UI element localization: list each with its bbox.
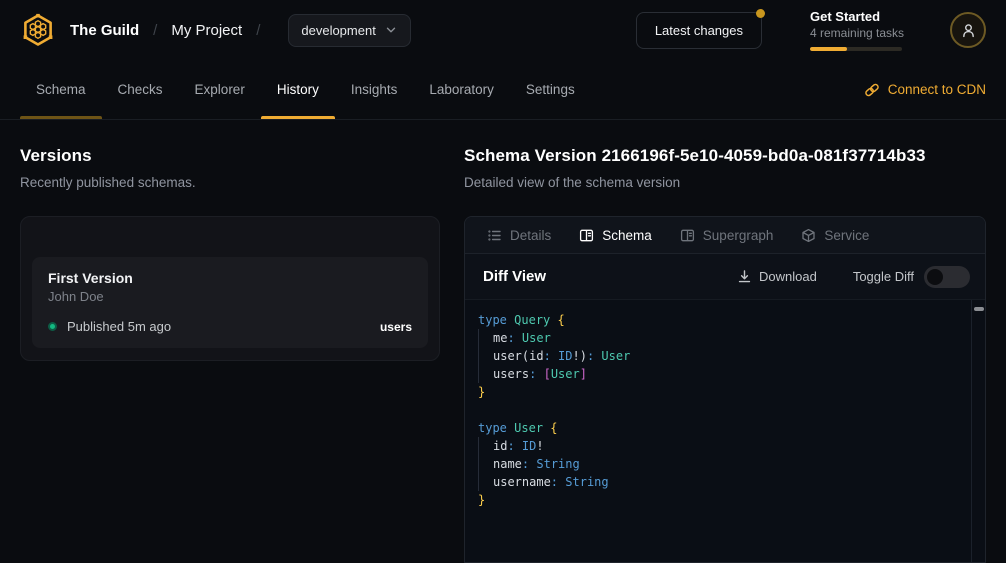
org-name[interactable]: The Guild: [70, 22, 139, 39]
versions-title: Versions: [20, 146, 440, 166]
diff-view-title: Diff View: [483, 268, 546, 285]
code-line: type User {: [478, 419, 961, 437]
connect-to-cdn-link[interactable]: Connect to CDN: [864, 60, 986, 119]
main-content: Versions Recently published schemas. Fir…: [0, 120, 1006, 563]
columns-icon: [680, 228, 695, 243]
code-line: me: User: [478, 329, 961, 347]
chevron-down-icon: [384, 23, 398, 37]
detail-tab-service[interactable]: Service: [787, 217, 883, 253]
schema-version-panel: Schema Version 2166196f-5e10-4059-bd0a-0…: [464, 146, 986, 563]
code-line: username: String: [478, 473, 961, 491]
code-scrollbar: [971, 300, 985, 562]
schema-version-title: Schema Version 2166196f-5e10-4059-bd0a-0…: [464, 146, 986, 166]
progress-fill: [810, 47, 847, 51]
get-started-progress-bar: [810, 47, 902, 51]
detail-tab-schema[interactable]: Schema: [565, 217, 666, 253]
schema-code-area: type Query {me: Useruser(id: ID!): Useru…: [465, 300, 985, 562]
tab-schema[interactable]: Schema: [20, 60, 102, 119]
toggle-diff-switch[interactable]: [924, 266, 970, 288]
download-button[interactable]: Download: [737, 269, 817, 284]
detail-tab-label: Service: [824, 228, 869, 243]
target-selector[interactable]: development: [288, 14, 410, 47]
diff-view-toolbar: Diff View Download Toggle Diff: [465, 254, 985, 300]
versions-subtitle: Recently published schemas.: [20, 175, 440, 190]
hive-logo-icon[interactable]: [20, 12, 56, 48]
code-line: user(id: ID!): User: [478, 347, 961, 365]
versions-panel: Versions Recently published schemas. Fir…: [20, 146, 440, 563]
version-list-item[interactable]: First Version John Doe Published 5m ago …: [32, 257, 428, 348]
tab-explorer[interactable]: Explorer: [179, 60, 261, 119]
versions-list: First Version John Doe Published 5m ago …: [20, 216, 440, 361]
get-started-subtitle: 4 remaining tasks: [810, 26, 902, 40]
detail-tab-label: Details: [510, 228, 551, 243]
latest-changes-label: Latest changes: [655, 23, 743, 38]
code-line: type Query {: [478, 311, 961, 329]
link-chain-icon: [864, 82, 880, 98]
nav-tabs: SchemaChecksExplorerHistoryInsightsLabor…: [20, 60, 591, 119]
diff-actions: Download Toggle Diff: [737, 266, 970, 288]
tab-insights[interactable]: Insights: [335, 60, 414, 119]
toggle-knob: [927, 269, 943, 285]
detail-tab-details[interactable]: Details: [473, 217, 565, 253]
get-started-title: Get Started: [810, 9, 902, 24]
user-avatar[interactable]: [950, 12, 986, 48]
version-name: First Version: [48, 270, 412, 286]
schema-version-card: Details Schema Supergraph Service Diff View…: [464, 216, 986, 563]
published-status-dot: [48, 322, 57, 331]
latest-changes-button[interactable]: Latest changes: [636, 12, 762, 49]
connect-to-cdn-label: Connect to CDN: [888, 82, 986, 97]
detail-tab-label: Supergraph: [703, 228, 774, 243]
breadcrumb-separator: /: [153, 22, 157, 39]
tab-laboratory[interactable]: Laboratory: [413, 60, 510, 119]
breadcrumb-separator: /: [256, 22, 260, 39]
code-line: users: [User]: [478, 365, 961, 383]
code-line: name: String: [478, 455, 961, 473]
main-nav: SchemaChecksExplorerHistoryInsightsLabor…: [0, 60, 1006, 120]
download-icon: [737, 269, 752, 284]
code-line: [478, 401, 961, 419]
columns-icon: [579, 228, 594, 243]
code-line: id: ID!: [478, 437, 961, 455]
header-right: Latest changes Get Started 4 remaining t…: [636, 9, 986, 51]
detail-tab-label: Schema: [602, 228, 652, 243]
app-header: The Guild / My Project / development Lat…: [0, 0, 1006, 60]
version-author: John Doe: [48, 289, 412, 304]
tab-settings[interactable]: Settings: [510, 60, 591, 119]
tab-history[interactable]: History: [261, 60, 335, 119]
schema-version-subtitle: Detailed view of the schema version: [464, 175, 986, 190]
download-label: Download: [759, 269, 817, 284]
project-name[interactable]: My Project: [171, 22, 242, 39]
service-badge: users: [380, 320, 412, 334]
box-icon: [801, 228, 816, 243]
code-line: }: [478, 383, 961, 401]
target-selector-value: development: [301, 23, 375, 38]
list-icon: [487, 228, 502, 243]
notification-dot: [756, 9, 765, 18]
version-status: Published 5m ago: [67, 319, 171, 334]
code-scrollbar-thumb[interactable]: [974, 307, 984, 311]
code-line: }: [478, 491, 961, 509]
tab-checks[interactable]: Checks: [102, 60, 179, 119]
person-icon: [960, 22, 977, 39]
detail-tab-supergraph[interactable]: Supergraph: [666, 217, 788, 253]
get-started-widget[interactable]: Get Started 4 remaining tasks: [810, 9, 902, 51]
version-status-row: Published 5m ago users: [48, 319, 412, 334]
detail-tabs: Details Schema Supergraph Service: [465, 217, 985, 254]
toggle-diff-label: Toggle Diff: [853, 269, 914, 284]
code-block: type Query {me: Useruser(id: ID!): Useru…: [478, 311, 961, 509]
